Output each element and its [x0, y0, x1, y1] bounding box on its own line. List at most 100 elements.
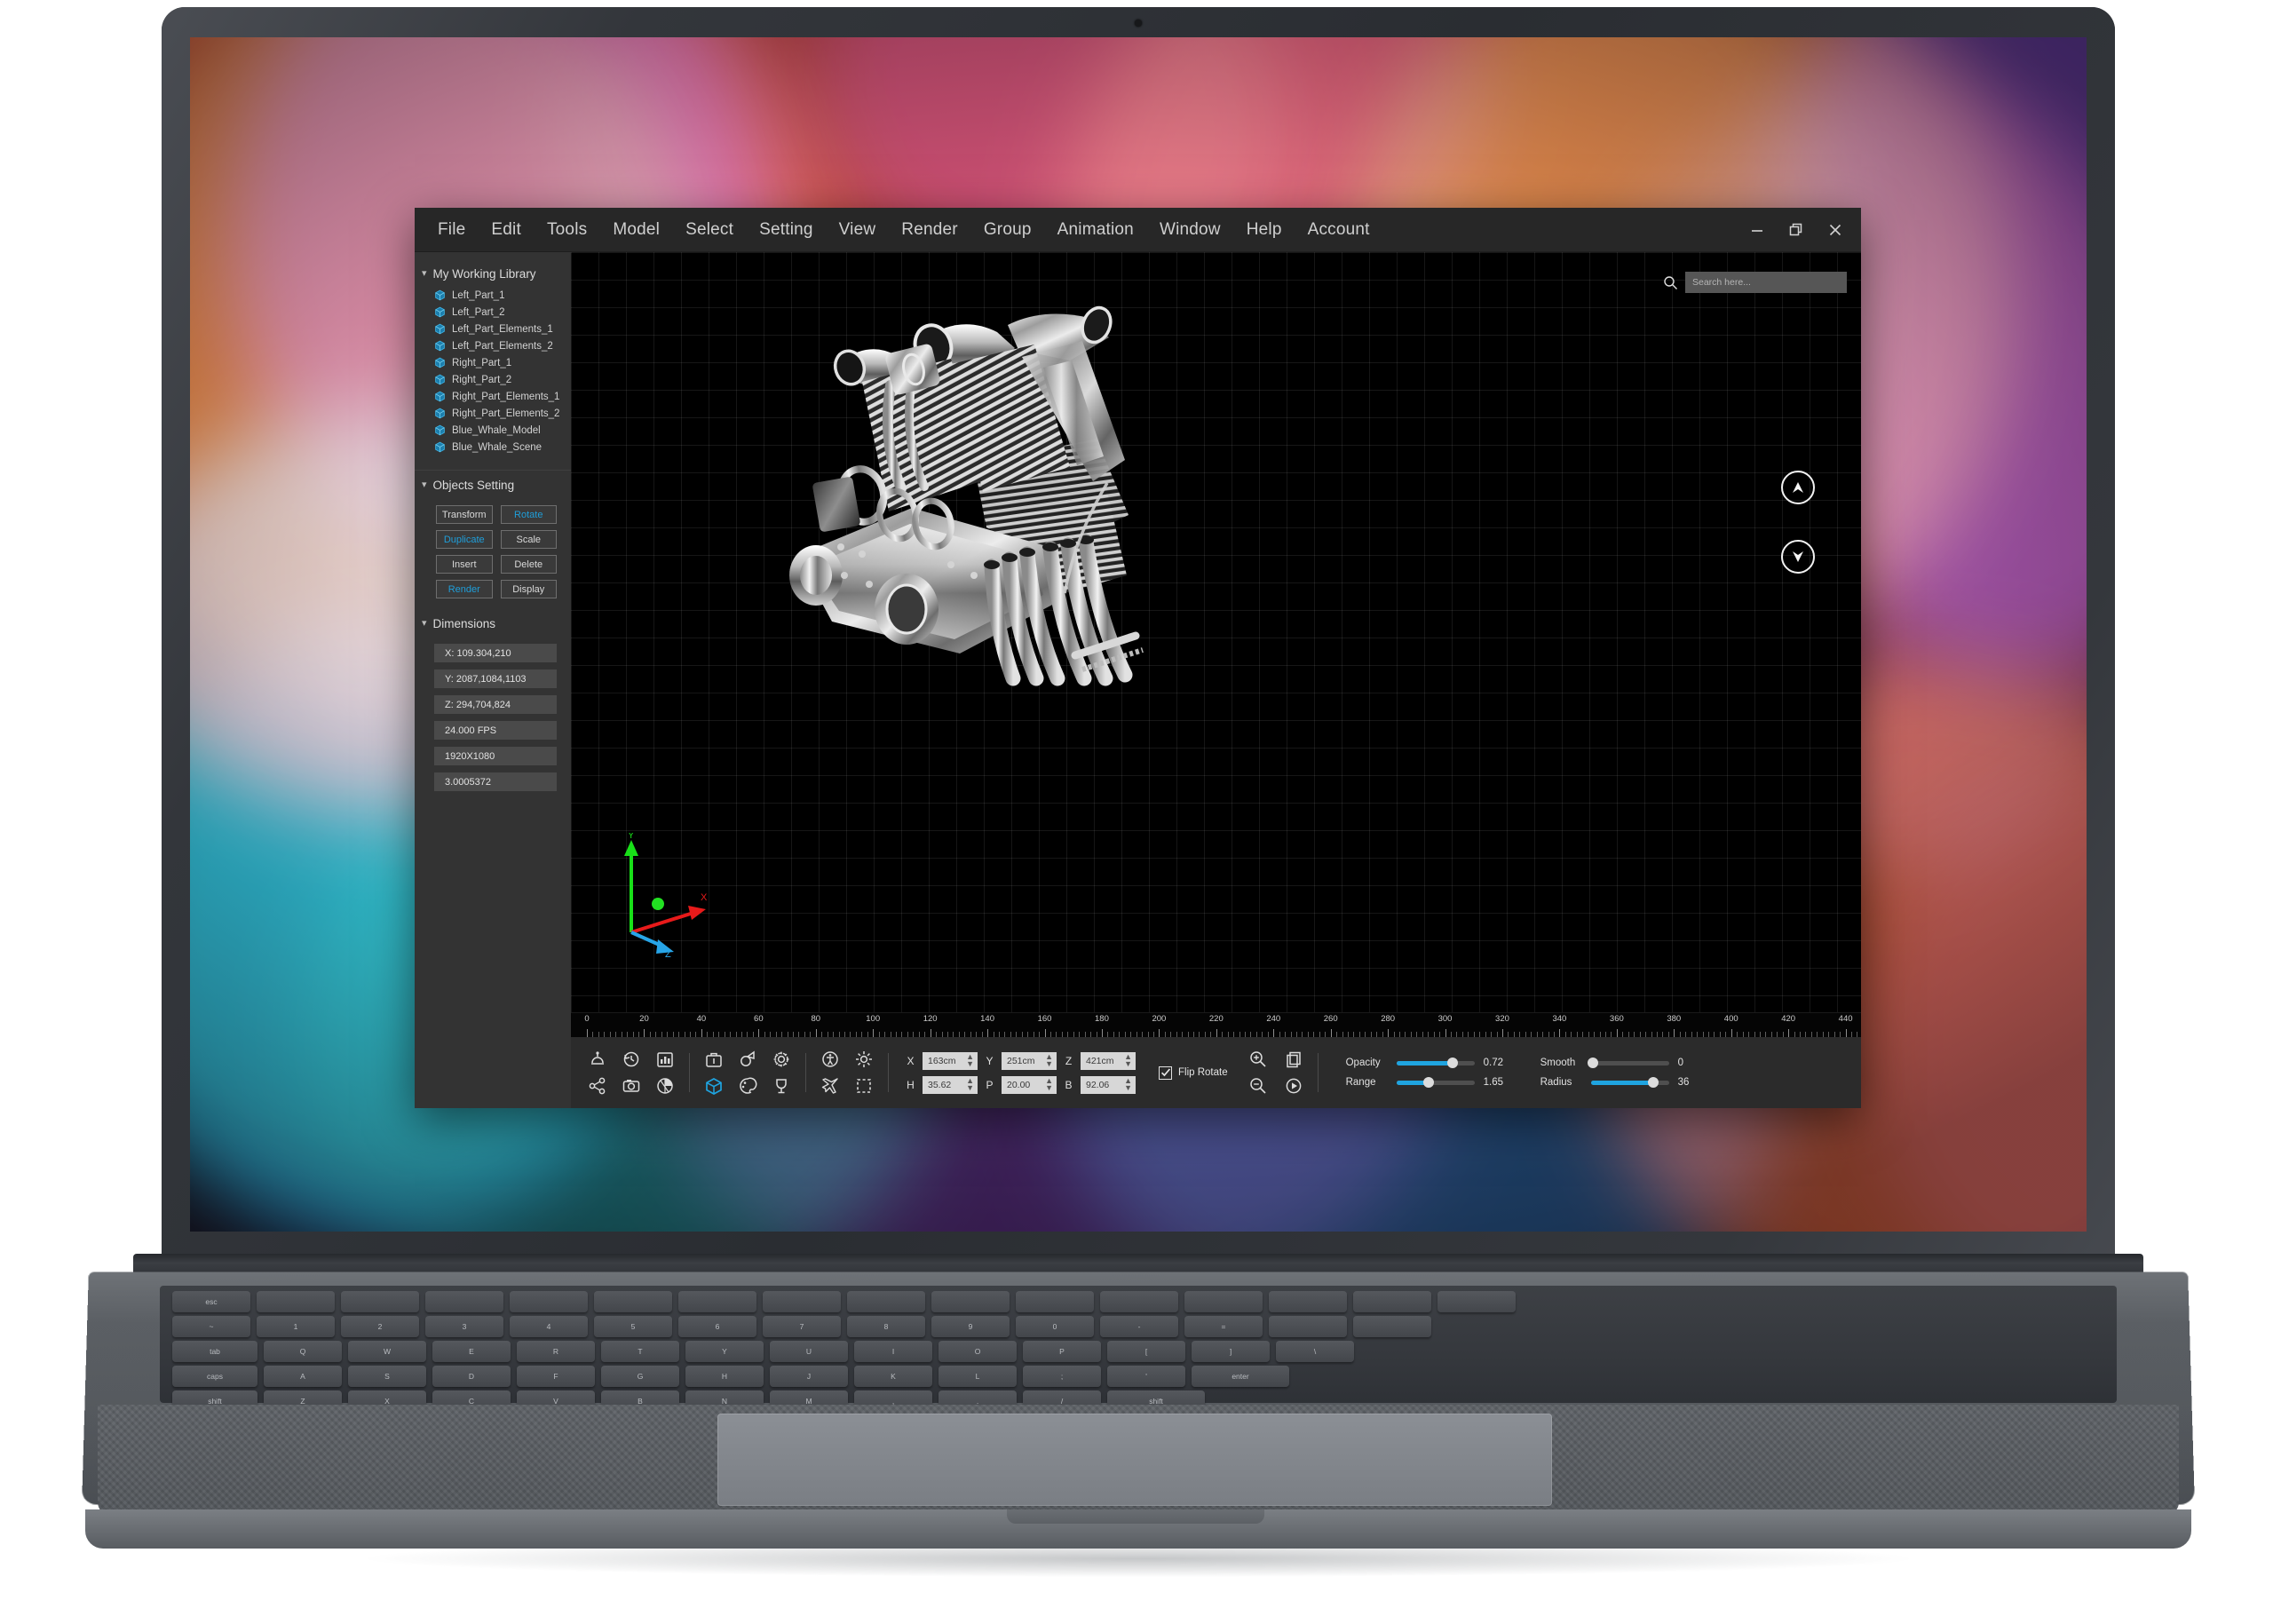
keyboard-key[interactable]: I: [854, 1341, 932, 1362]
slider-track[interactable]: [1588, 1058, 1669, 1068]
keyboard-key[interactable]: [1184, 1291, 1263, 1312]
menu-item-edit[interactable]: Edit: [489, 217, 523, 243]
library-item[interactable]: Blue_Whale_Scene: [415, 439, 571, 456]
keyboard-key[interactable]: =: [1184, 1316, 1263, 1337]
airplane-icon[interactable]: [820, 1075, 841, 1097]
keyboard-key[interactable]: 9: [931, 1316, 1010, 1337]
keyboard-key[interactable]: L: [939, 1366, 1017, 1387]
objects-setting-header[interactable]: ▾ Objects Setting: [415, 474, 571, 498]
marquee-select-icon[interactable]: [853, 1075, 875, 1097]
keyboard-key[interactable]: esc: [172, 1291, 250, 1312]
gear-icon[interactable]: [771, 1049, 792, 1070]
menu-item-select[interactable]: Select: [684, 217, 735, 243]
briefcase-icon[interactable]: [703, 1049, 725, 1070]
keyboard-key[interactable]: U: [770, 1341, 848, 1362]
brightness-sun-icon[interactable]: [853, 1049, 875, 1070]
menu-item-setting[interactable]: Setting: [757, 217, 815, 243]
checkbox-box[interactable]: [1159, 1066, 1172, 1080]
keyboard-key[interactable]: G: [601, 1366, 679, 1387]
library-item[interactable]: Right_Part_Elements_2: [415, 405, 571, 422]
menu-item-tools[interactable]: Tools: [545, 217, 589, 243]
keyboard-key[interactable]: 5: [594, 1316, 672, 1337]
stepper-arrows-icon[interactable]: ▲ ▼: [966, 1052, 974, 1067]
library-item[interactable]: Left_Part_Elements_2: [415, 337, 571, 354]
slider-knob[interactable]: [1588, 1058, 1599, 1068]
minimize-button[interactable]: [1747, 220, 1767, 240]
menu-item-group[interactable]: Group: [982, 217, 1034, 243]
opacity-slider[interactable]: Opacity 0.72: [1346, 1058, 1510, 1068]
keyboard-key[interactable]: F: [517, 1366, 595, 1387]
objects-button-display[interactable]: Display: [500, 580, 557, 598]
objects-button-scale[interactable]: Scale: [500, 530, 557, 549]
keyboard-key[interactable]: caps: [172, 1366, 257, 1387]
keyboard-key[interactable]: E: [432, 1341, 511, 1362]
keyboard-key[interactable]: W: [348, 1341, 426, 1362]
keyboard-key[interactable]: Y: [685, 1341, 764, 1362]
stepper-arrows-icon[interactable]: ▲ ▼: [1045, 1076, 1053, 1091]
dimension-field[interactable]: X: 109.304,210: [434, 644, 557, 662]
slider-knob[interactable]: [1648, 1077, 1659, 1088]
menu-item-animation[interactable]: Animation: [1056, 217, 1136, 243]
keyboard-key[interactable]: R: [517, 1341, 595, 1362]
coord-input-z[interactable]: 421cm ▲ ▼: [1081, 1051, 1136, 1070]
keyboard-key[interactable]: Q: [264, 1341, 342, 1362]
keyboard-key[interactable]: T: [601, 1341, 679, 1362]
trophy-icon[interactable]: [771, 1075, 792, 1097]
cube-icon[interactable]: [703, 1075, 725, 1097]
shape-transform-icon[interactable]: [737, 1049, 758, 1070]
keyboard-key[interactable]: [510, 1291, 588, 1312]
keyboard-key[interactable]: S: [348, 1366, 426, 1387]
library-item[interactable]: Right_Part_2: [415, 371, 571, 388]
range-slider[interactable]: Range 1.65: [1346, 1077, 1510, 1088]
menu-item-view[interactable]: View: [837, 217, 878, 243]
slider-knob[interactable]: [1422, 1077, 1434, 1088]
keyboard-key[interactable]: [1353, 1316, 1431, 1337]
keyboard-key[interactable]: J: [770, 1366, 848, 1387]
keyboard-key[interactable]: tab: [172, 1341, 257, 1362]
keyboard-key[interactable]: 4: [510, 1316, 588, 1337]
objects-button-delete[interactable]: Delete: [500, 555, 557, 574]
objects-button-duplicate[interactable]: Duplicate: [436, 530, 493, 549]
coord-input-y[interactable]: 251cm ▲ ▼: [1002, 1051, 1057, 1070]
keyboard-key[interactable]: ;: [1023, 1366, 1101, 1387]
keyboard-key[interactable]: [678, 1291, 756, 1312]
menu-item-help[interactable]: Help: [1245, 217, 1284, 243]
stepper-arrows-icon[interactable]: ▲ ▼: [1124, 1052, 1132, 1067]
restore-button[interactable]: [1786, 220, 1806, 240]
dimension-field[interactable]: Y: 2087,1084,1103: [434, 669, 557, 688]
close-button[interactable]: [1826, 220, 1845, 240]
smooth-slider[interactable]: Smooth 0: [1540, 1058, 1705, 1068]
camera-icon[interactable]: [621, 1075, 642, 1097]
menu-item-model[interactable]: Model: [611, 217, 661, 243]
keyboard-key[interactable]: \: [1276, 1341, 1354, 1362]
nav-down-button[interactable]: [1781, 540, 1815, 574]
keyboard-key[interactable]: [763, 1291, 841, 1312]
objects-button-transform[interactable]: Transform: [436, 505, 493, 524]
coord-input-h[interactable]: 35.62 ▲ ▼: [923, 1075, 978, 1094]
history-undo-icon[interactable]: [621, 1049, 642, 1070]
keyboard-key[interactable]: [257, 1291, 335, 1312]
coord-input-x[interactable]: 163cm ▲ ▼: [923, 1051, 978, 1070]
keyboard-key[interactable]: 1: [257, 1316, 335, 1337]
keyboard-key[interactable]: [594, 1291, 672, 1312]
keyboard-key[interactable]: enter: [1192, 1366, 1289, 1387]
accessibility-icon[interactable]: [820, 1049, 841, 1070]
engine-3d-model[interactable]: [777, 282, 1159, 700]
bar-chart-icon[interactable]: [654, 1049, 676, 1070]
dimension-field[interactable]: 3.0005372: [434, 772, 557, 791]
dimension-field[interactable]: 24.000 FPS: [434, 721, 557, 740]
coord-input-p[interactable]: 20.00 ▲ ▼: [1002, 1075, 1057, 1094]
keyboard-key[interactable]: 6: [678, 1316, 756, 1337]
menu-item-render[interactable]: Render: [899, 217, 960, 243]
library-item[interactable]: Left_Part_1: [415, 287, 571, 304]
library-item[interactable]: Left_Part_2: [415, 304, 571, 321]
stepper-arrows-icon[interactable]: ▲ ▼: [1045, 1052, 1053, 1067]
flip-rotate-checkbox[interactable]: Flip Rotate: [1159, 1066, 1228, 1080]
trackpad[interactable]: [717, 1414, 1552, 1506]
zoom-in-icon[interactable]: [1247, 1049, 1269, 1070]
menu-item-account[interactable]: Account: [1306, 217, 1372, 243]
keyboard-key[interactable]: K: [854, 1366, 932, 1387]
library-item[interactable]: Right_Part_1: [415, 354, 571, 371]
keyboard-key[interactable]: [847, 1291, 925, 1312]
keyboard-key[interactable]: 0: [1016, 1316, 1094, 1337]
